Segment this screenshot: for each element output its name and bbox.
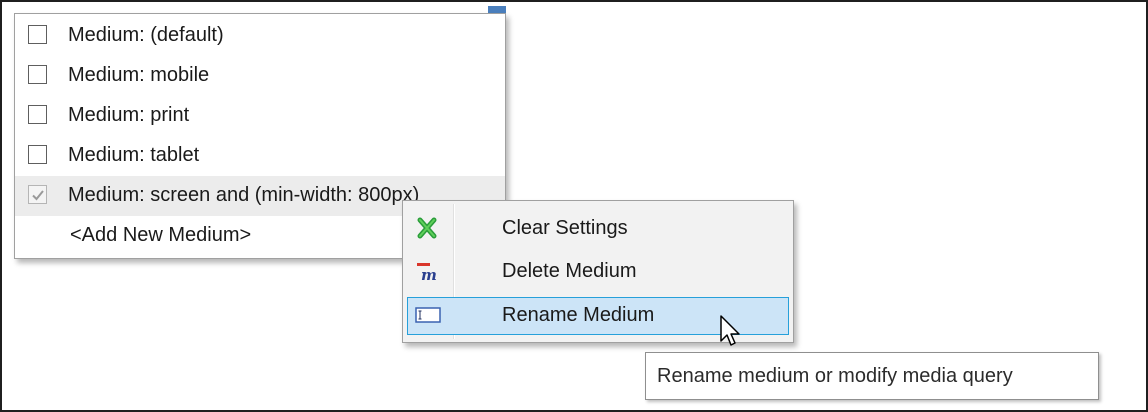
menu-item-medium-tablet[interactable]: Medium: tablet [15, 136, 505, 176]
rename-medium-label: Rename Medium [502, 304, 655, 326]
clear-settings-label: Clear Settings [502, 217, 628, 239]
checkbox[interactable] [28, 65, 47, 84]
checkbox-checked[interactable] [28, 185, 47, 204]
checkbox[interactable] [28, 25, 47, 44]
delete-medium-item[interactable]: m Delete Medium [407, 253, 789, 291]
menu-item-label: Medium: screen and (min-width: 800px) [68, 184, 420, 206]
svg-text:m: m [421, 266, 437, 282]
menu-item-medium-mobile[interactable]: Medium: mobile [15, 56, 505, 96]
tooltip-text: Rename medium or modify media query [657, 365, 1013, 387]
clear-settings-item[interactable]: Clear Settings [407, 210, 789, 248]
menu-item-medium-default[interactable]: Medium: (default) [15, 16, 505, 56]
menu-item-label: Medium: (default) [68, 24, 224, 46]
menu-item-label: Medium: tablet [68, 144, 200, 166]
tooltip: Rename medium or modify media query [645, 352, 1099, 400]
checkbox[interactable] [28, 105, 47, 124]
rename-field-icon [415, 304, 441, 326]
delete-medium-icon: m [415, 260, 441, 284]
clear-x-icon [415, 217, 441, 239]
menu-item-medium-print[interactable]: Medium: print [15, 96, 505, 136]
checkmark-icon [32, 190, 44, 201]
checkbox[interactable] [28, 145, 47, 164]
menu-item-label: Medium: mobile [68, 64, 210, 86]
mouse-pointer-icon [720, 315, 740, 346]
add-new-medium-label: <Add New Medium> [70, 224, 252, 246]
menu-item-label: Medium: print [68, 104, 190, 126]
delete-medium-label: Delete Medium [502, 260, 637, 282]
